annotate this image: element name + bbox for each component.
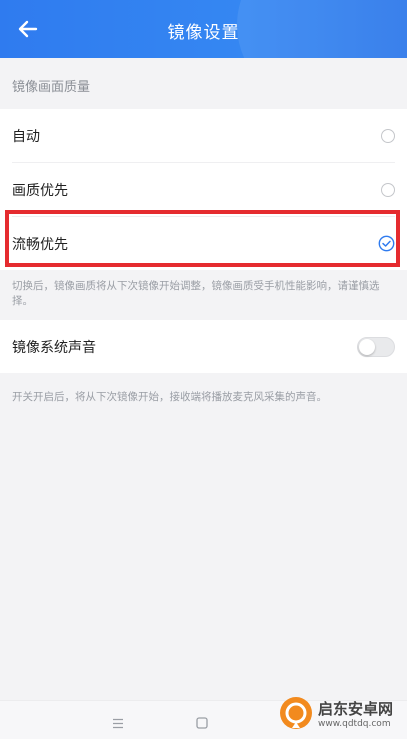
radio-unchecked-icon[interactable] xyxy=(381,128,395,143)
sound-card: 镜像系统声音 xyxy=(0,320,407,373)
quality-option-quality-first[interactable]: 画质优先 xyxy=(0,163,407,216)
site-logo-icon xyxy=(280,697,312,729)
quality-option-auto[interactable]: 自动 xyxy=(0,109,407,162)
watermark: 启东安卓网 www.qdtdq.com xyxy=(278,692,406,734)
quality-section-label: 镜像画面质量 xyxy=(12,80,91,95)
quality-note: 切换后，镜像画质将从下次镜像开始调整，镜像画质受手机性能影响，请谨慎选择。 xyxy=(12,280,380,307)
watermark-text: 启东安卓网 www.qdtdq.com xyxy=(318,698,393,729)
sound-label: 镜像系统声音 xyxy=(12,339,96,356)
sound-toggle[interactable] xyxy=(357,336,395,357)
page-title: 镜像设置 xyxy=(167,23,240,43)
toggle-knob xyxy=(359,338,375,355)
sound-note: 开关开启后，将从下次镜像开始，接收端将播放麦克风采集的声音。 xyxy=(12,391,327,403)
radio-unchecked-icon[interactable] xyxy=(381,182,395,197)
quality-option-label: 自动 xyxy=(12,128,40,145)
watermark-url: www.qdtdq.com xyxy=(318,718,391,729)
watermark-name: 启东安卓网 xyxy=(318,699,394,718)
sound-toggle-row[interactable]: 镜像系统声音 xyxy=(0,320,407,373)
app-header: 镜像设置 xyxy=(0,0,407,58)
quality-options-card: 自动 画质优先 流畅优先 xyxy=(0,109,407,270)
menu-nav-icon[interactable] xyxy=(112,714,124,733)
quality-option-label: 流畅优先 xyxy=(12,236,68,253)
home-nav-icon[interactable] xyxy=(196,714,208,733)
quality-option-label: 画质优先 xyxy=(12,182,68,199)
radio-checked-icon[interactable] xyxy=(378,235,395,252)
quality-option-smooth-first[interactable]: 流畅优先 xyxy=(0,217,407,270)
